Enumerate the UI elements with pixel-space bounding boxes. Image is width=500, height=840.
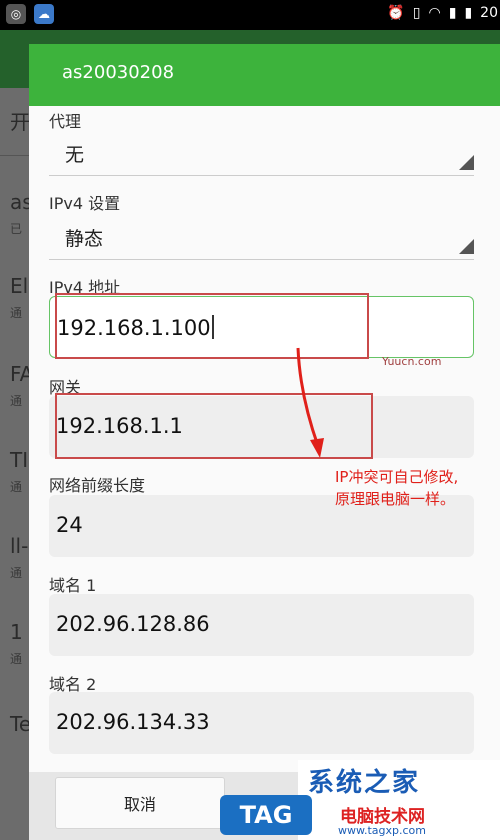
annotation-line: 原理跟电脑一样。 xyxy=(335,490,456,508)
annotation-note: IP冲突可自己修改, 原理跟电脑一样。 xyxy=(335,466,495,510)
watermark-url: www.tagxp.com xyxy=(338,824,426,837)
annotation-line: IP冲突可自己修改, xyxy=(335,468,459,486)
watermark-block: 系统之家 电脑技术网 www.tagxp.com xyxy=(298,760,500,840)
watermark-site: Yuucn.com xyxy=(382,355,442,368)
watermark-logo: 系统之家 xyxy=(308,768,421,798)
tag-badge: TAG xyxy=(220,795,312,835)
annotation-arrow-icon xyxy=(296,347,324,458)
